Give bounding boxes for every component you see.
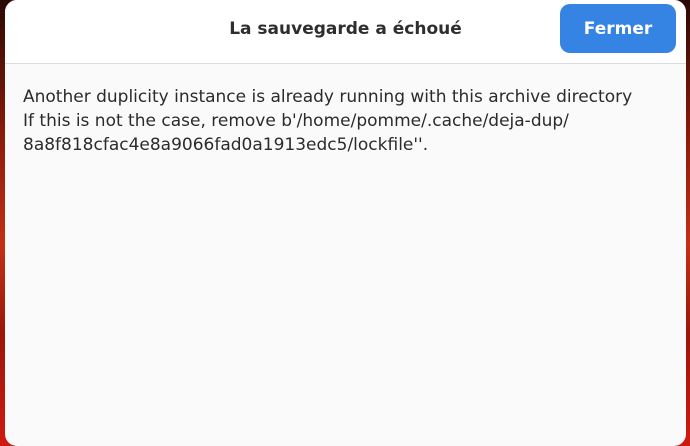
error-message-line-2: If this is not the case, remove b'/home/…: [23, 111, 569, 131]
backup-failed-dialog: La sauvegarde a échoué Fermer Another du…: [5, 0, 686, 446]
error-message-line-1: Another duplicity instance is already ru…: [23, 87, 633, 107]
dialog-header: La sauvegarde a échoué Fermer: [5, 0, 686, 64]
close-button[interactable]: Fermer: [560, 4, 676, 53]
error-message-line-3: 8a8f818cfac4e8a9066fad0a1913edc5/lockfil…: [23, 135, 429, 155]
error-message: Another duplicity instance is already ru…: [23, 85, 673, 157]
